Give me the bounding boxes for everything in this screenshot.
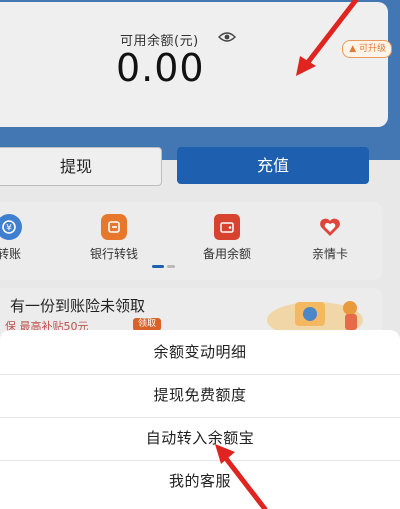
- wallet-page: 可用余额(元) 0.00 ▲ 可升级 提现 充值 ¥ 转账 银行转钱 备用余额 …: [0, 0, 400, 509]
- withdraw-button[interactable]: 提现: [0, 147, 162, 186]
- heart-card-icon: [317, 214, 343, 240]
- promo-title: 有一份到账险未领取: [10, 297, 146, 315]
- shortcut-label: 备用余额: [202, 247, 251, 261]
- eye-icon[interactable]: [218, 31, 236, 43]
- sheet-item-auto-transfer-yuebao[interactable]: 自动转入余额宝: [0, 418, 400, 459]
- annotation-arrow-icon: [215, 444, 268, 509]
- shortcut-label: 亲情卡: [311, 247, 348, 261]
- svg-text:¥: ¥: [6, 224, 12, 234]
- sheet-item-balance-details[interactable]: 余额变动明细: [0, 332, 400, 373]
- balance-amount: 0.00: [116, 46, 205, 90]
- shortcut-bank-transfer[interactable]: 银行转钱: [79, 214, 149, 262]
- wallet-icon: [214, 214, 240, 240]
- shortcut-pager: [152, 265, 184, 269]
- shortcut-family-card[interactable]: 亲情卡: [295, 214, 365, 262]
- bank-transfer-icon: [101, 214, 127, 240]
- shortcut-transfer[interactable]: ¥ 转账: [0, 214, 44, 262]
- sheet-item-customer-service[interactable]: 我的客服: [0, 461, 400, 502]
- annotation-arrow-icon: [296, 0, 359, 76]
- shortcut-label: 银行转钱: [89, 247, 138, 261]
- action-sheet: 余额变动明细 提现免费额度 自动转入余额宝 我的客服: [0, 330, 400, 509]
- shortcut-label: 转账: [0, 247, 21, 261]
- transfer-icon: ¥: [0, 214, 22, 240]
- sheet-item-free-withdraw-quota[interactable]: 提现免费额度: [0, 375, 400, 416]
- recharge-button[interactable]: 充值: [177, 147, 369, 184]
- shortcut-backup-balance[interactable]: 备用余额: [192, 214, 262, 262]
